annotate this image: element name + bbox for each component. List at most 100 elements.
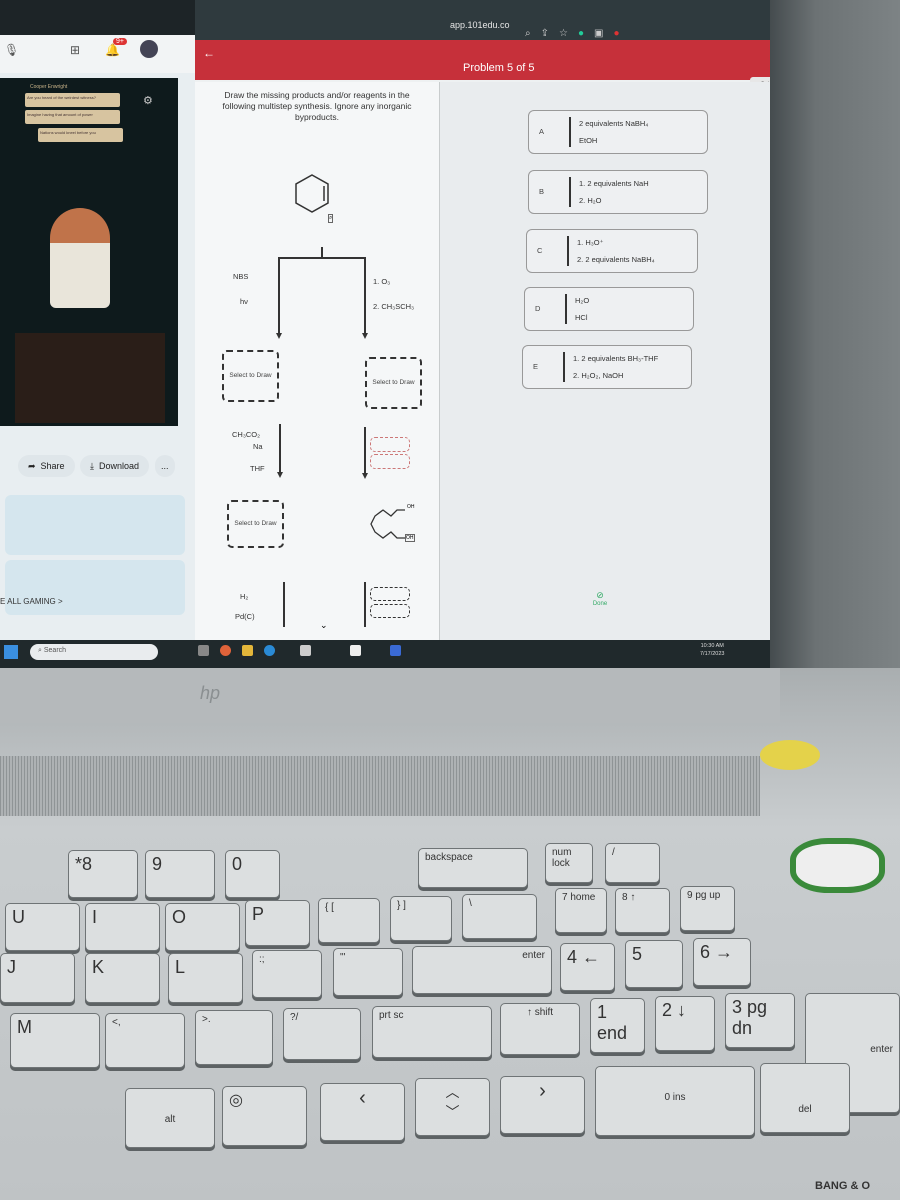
- arrow: [569, 117, 571, 147]
- num-lock-key[interactable]: num lock: [545, 843, 593, 883]
- key[interactable]: { [: [318, 898, 380, 943]
- select-to-draw-box[interactable]: Select to Draw: [222, 350, 279, 402]
- key[interactable]: 5: [625, 940, 683, 988]
- key[interactable]: M: [10, 1013, 100, 1068]
- reagent-drop-slot[interactable]: [370, 604, 410, 618]
- reagent-option-b[interactable]: B 1. 2 equivalents NaH 2. H₂O: [528, 170, 708, 214]
- reagent-label: hν: [240, 297, 248, 306]
- app-icon[interactable]: [198, 645, 209, 656]
- key[interactable]: P: [245, 900, 310, 946]
- extension-icon[interactable]: ●: [613, 28, 619, 39]
- share-icon[interactable]: ⇪: [541, 28, 549, 39]
- recommendation-card[interactable]: [5, 495, 185, 555]
- key[interactable]: ?/: [283, 1008, 361, 1060]
- avatar[interactable]: [140, 40, 158, 58]
- share-button[interactable]: ➦ Share: [18, 455, 75, 477]
- select-to-draw-box[interactable]: Select to Draw: [365, 357, 422, 409]
- key[interactable]: /: [605, 843, 660, 883]
- chevron-down-icon[interactable]: ⌄: [320, 620, 328, 631]
- key[interactable]: } ]: [390, 896, 452, 941]
- recommendation-card[interactable]: [5, 560, 185, 615]
- key[interactable]: O: [165, 903, 240, 951]
- search-icon[interactable]: ⌕: [525, 28, 531, 39]
- numpad-0-key[interactable]: 0 ins: [595, 1066, 755, 1136]
- arrow: [569, 177, 571, 207]
- arrow: [278, 257, 280, 335]
- reagent-drop-slot[interactable]: [370, 454, 410, 469]
- create-icon[interactable]: ⊞: [70, 43, 80, 57]
- extension-icon[interactable]: ●: [578, 28, 584, 39]
- speaker-grille: [0, 756, 760, 816]
- arrow-up-down-keys[interactable]: ︿ ﹀: [415, 1078, 490, 1136]
- star-icon[interactable]: ☆: [559, 28, 568, 39]
- reagent-option-e[interactable]: E 1. 2 equivalents BH₃-THF 2. H₂O₂, NaOH: [522, 345, 692, 389]
- download-button[interactable]: ⤓ Download: [80, 455, 150, 477]
- key[interactable]: "': [333, 948, 403, 996]
- key[interactable]: 3 pg dn: [725, 993, 795, 1048]
- windows-start-icon[interactable]: [4, 645, 18, 659]
- chrome-icon[interactable]: [220, 645, 231, 656]
- arrow: [283, 582, 285, 627]
- all-gaming-link[interactable]: E ALL GAMING >: [0, 597, 63, 606]
- url-bar[interactable]: app.101edu.co: [450, 20, 510, 30]
- key[interactable]: *8: [68, 850, 138, 898]
- enter-key[interactable]: enter: [412, 946, 552, 994]
- sticker: [790, 838, 885, 893]
- folder-icon[interactable]: [242, 645, 253, 656]
- key[interactable]: U: [5, 903, 80, 951]
- key[interactable]: \: [462, 894, 537, 939]
- extension-icon[interactable]: ▣: [594, 28, 603, 39]
- reagent-drop-slot[interactable]: [370, 587, 410, 601]
- reagent-option-a[interactable]: A 2 equivalents NaBH₄ EtOH: [528, 110, 708, 154]
- mic-icon[interactable]: 🎙: [4, 43, 19, 57]
- reagent-label: CH₃CO₂: [232, 430, 261, 439]
- alt-key[interactable]: alt: [125, 1088, 215, 1148]
- key[interactable]: 2 ↓: [655, 996, 715, 1051]
- more-button[interactable]: ...: [155, 455, 175, 477]
- key[interactable]: 7 home: [555, 888, 607, 933]
- synthesis-panel: Draw the missing products and/or reagent…: [195, 82, 440, 640]
- edge-icon[interactable]: [264, 645, 275, 656]
- option-line: 2. H₂O₂, NaOH: [573, 371, 624, 380]
- key[interactable]: 4 ←: [560, 943, 615, 991]
- select-to-draw-box[interactable]: Select to Draw: [227, 500, 284, 548]
- video-player[interactable]: Cooper Enwright Are you heard of the wei…: [0, 78, 178, 426]
- key[interactable]: :;: [252, 950, 322, 998]
- taskbar-search[interactable]: ⌕ Search: [30, 644, 158, 660]
- zoom-icon[interactable]: ⌕: [328, 214, 334, 223]
- prt-sc-key[interactable]: prt sc: [372, 1006, 492, 1058]
- key[interactable]: I: [85, 903, 160, 951]
- key[interactable]: >.: [195, 1010, 273, 1065]
- done-button[interactable]: ⊘ Done: [587, 590, 613, 616]
- backspace-key[interactable]: backspace: [418, 848, 528, 888]
- key[interactable]: 9: [145, 850, 215, 898]
- arrow-right-key[interactable]: ›: [500, 1076, 585, 1134]
- amazon-icon[interactable]: [350, 645, 361, 656]
- arrow-left-key[interactable]: ‹: [320, 1083, 405, 1141]
- key[interactable]: <,: [105, 1013, 185, 1068]
- reagent-option-c[interactable]: C 1. H₃O⁺ 2. 2 equivalents NaBH₄: [526, 229, 698, 273]
- cyclohexene-structure[interactable]: [290, 170, 335, 220]
- key[interactable]: K: [85, 953, 160, 1003]
- key[interactable]: J: [0, 953, 75, 1003]
- bell-icon[interactable]: 🔔: [105, 43, 120, 57]
- fingerprint-key[interactable]: ◎: [222, 1086, 307, 1146]
- arrow: [279, 424, 281, 474]
- app-icon[interactable]: [390, 645, 401, 656]
- store-icon[interactable]: [300, 645, 311, 656]
- del-key[interactable]: del: [760, 1063, 850, 1133]
- key[interactable]: 9 pg up: [680, 886, 735, 931]
- key[interactable]: 6 →: [693, 938, 751, 986]
- system-clock[interactable]: 10:30 AM 7/17/2023: [700, 642, 724, 658]
- reagent-option-d[interactable]: D H₂O HCl: [524, 287, 694, 331]
- shift-key[interactable]: ↑ shift: [500, 1003, 580, 1055]
- reagent-drop-slot[interactable]: [370, 437, 410, 452]
- option-letter: D: [535, 304, 541, 313]
- back-arrow-icon[interactable]: ←: [203, 46, 215, 60]
- reagent-options-panel: A 2 equivalents NaBH₄ EtOH B 1. 2 equivalen…: [440, 82, 770, 640]
- key[interactable]: 8 ↑: [615, 888, 670, 933]
- key[interactable]: L: [168, 953, 243, 1003]
- share-icon: ➦: [28, 460, 36, 471]
- key[interactable]: 1 end: [590, 998, 645, 1053]
- key[interactable]: 0: [225, 850, 280, 898]
